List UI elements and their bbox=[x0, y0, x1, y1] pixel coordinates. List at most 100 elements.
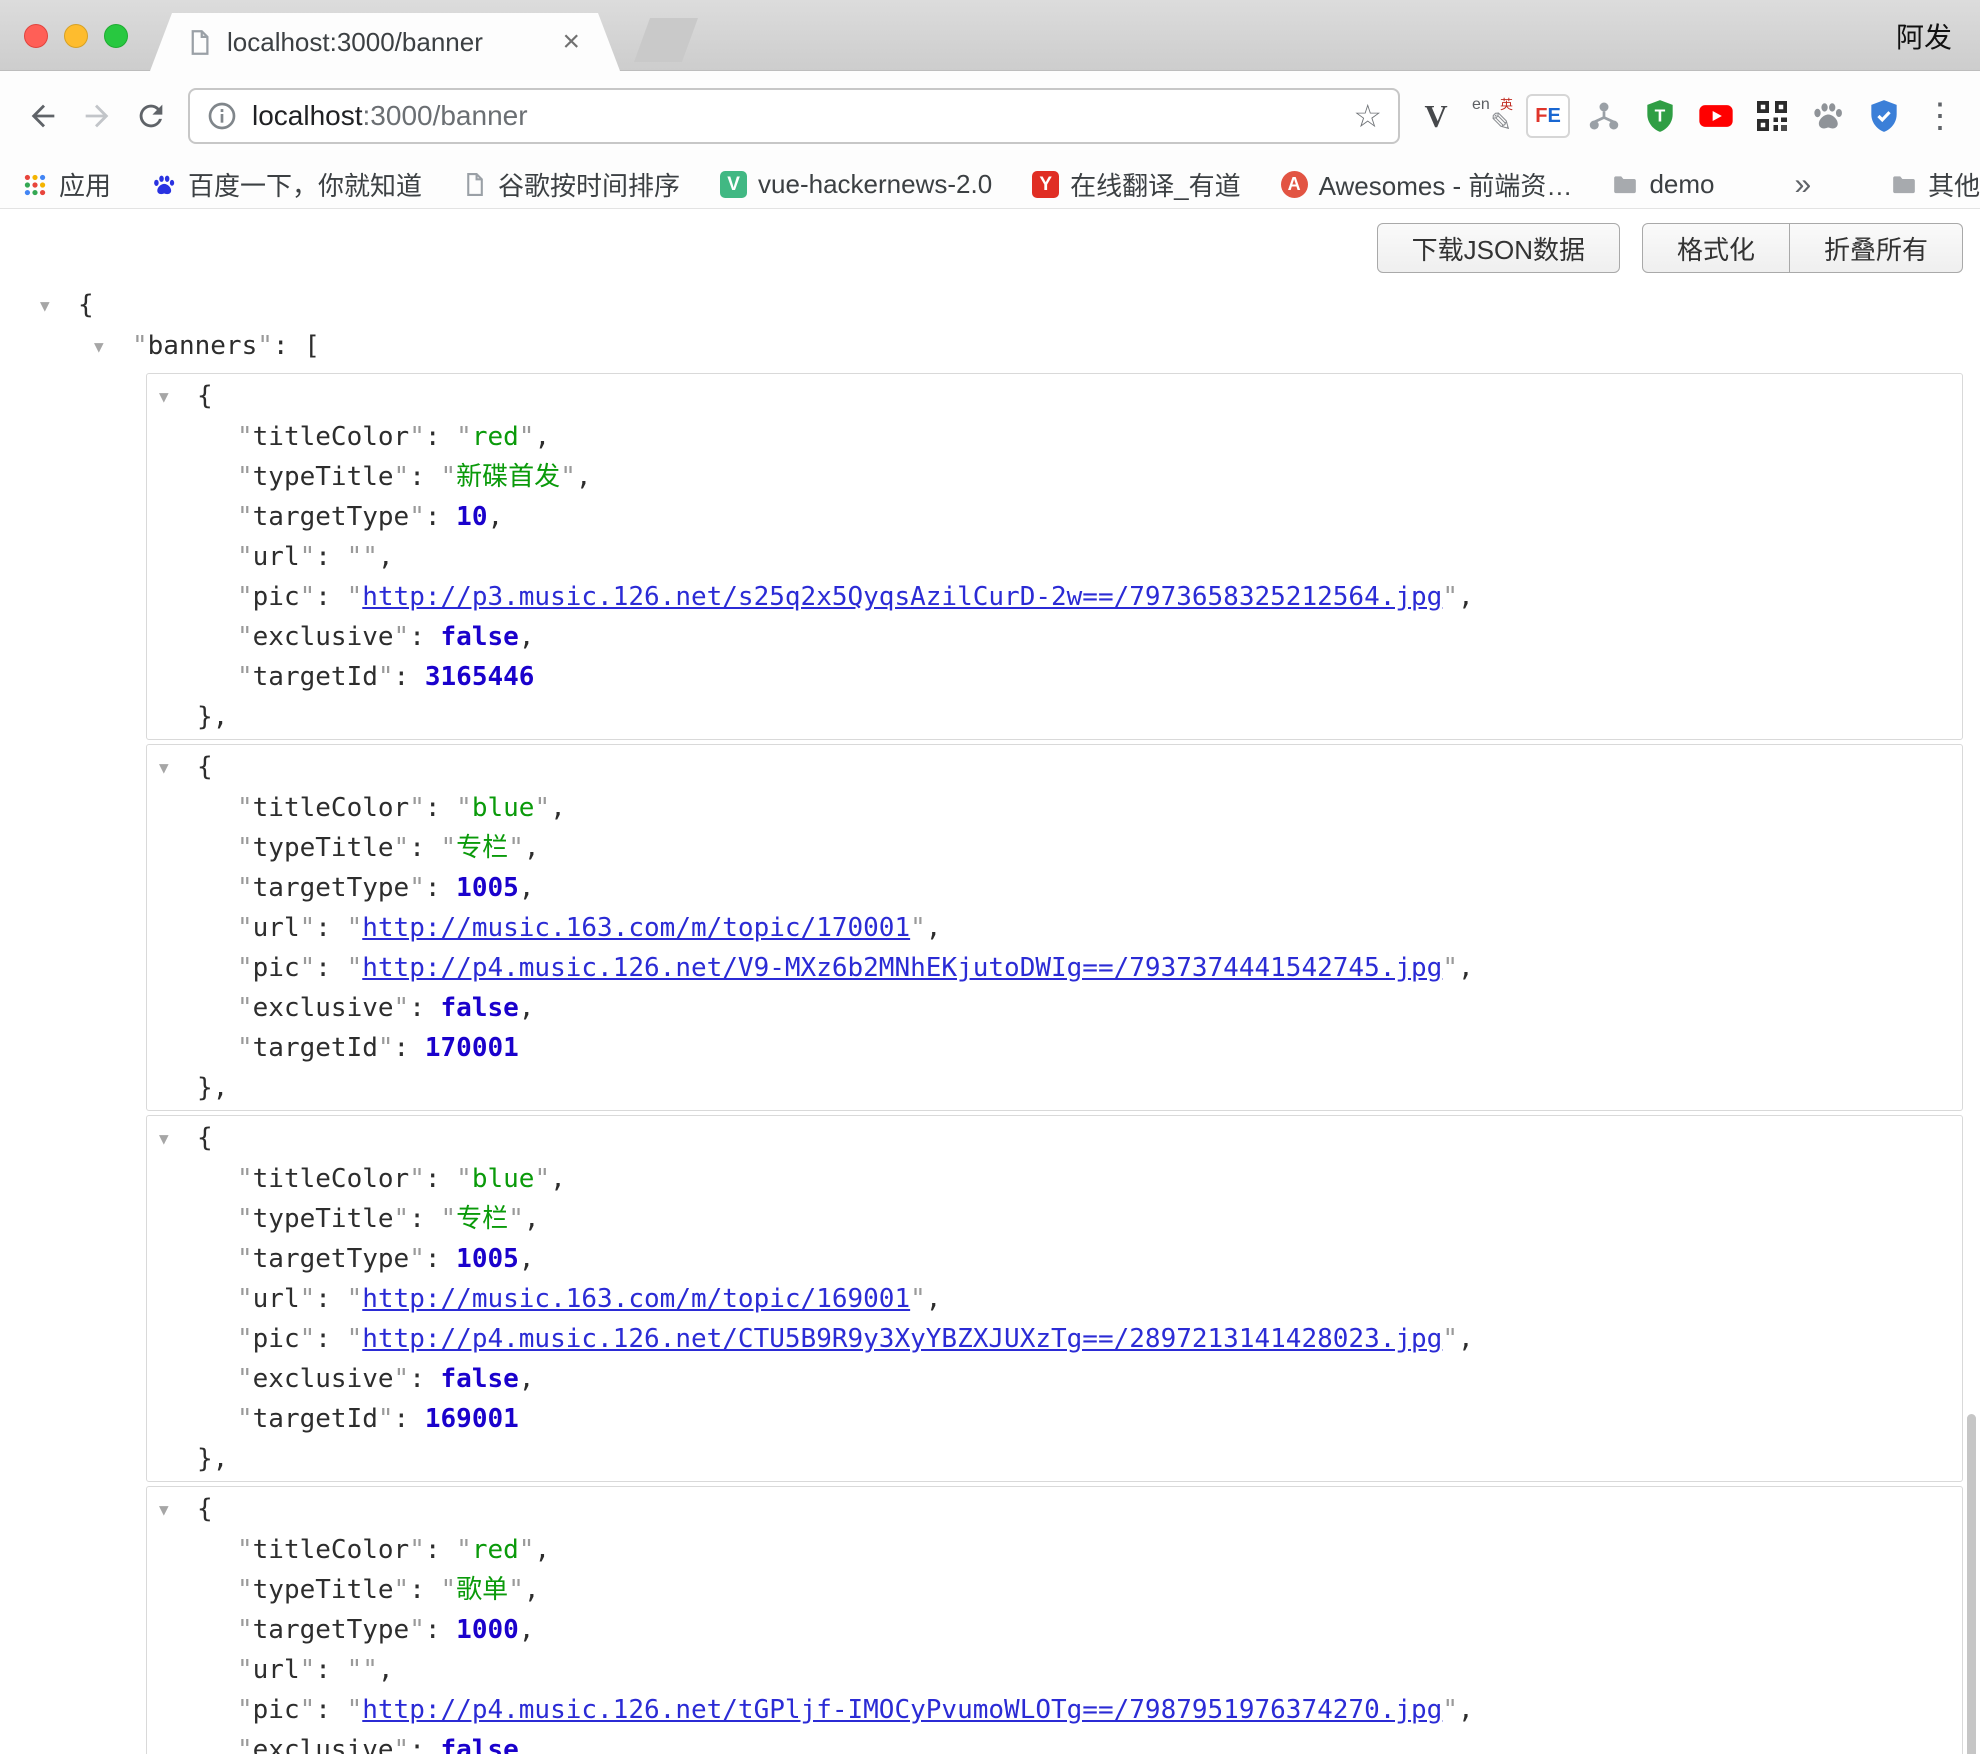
format-button[interactable]: 格式化 bbox=[1642, 223, 1790, 273]
json-key: url bbox=[253, 542, 300, 572]
json-key: titleColor bbox=[253, 422, 410, 452]
json-value: 歌单 bbox=[456, 1575, 508, 1605]
other-bookmarks-folder[interactable]: 其他书签 bbox=[1891, 166, 1980, 203]
vertical-scrollbar-thumb[interactable] bbox=[1967, 1414, 1976, 1754]
json-url-link[interactable]: http://music.163.com/m/topic/170001 bbox=[362, 913, 910, 943]
bookmark-vue-hackernews[interactable]: V vue-hackernews-2.0 bbox=[720, 169, 992, 200]
back-button[interactable] bbox=[16, 89, 70, 143]
json-url-link[interactable]: http://p4.music.126.net/tGPljf-IMOCyPvum… bbox=[362, 1695, 1442, 1725]
vimium-extension-icon[interactable]: V bbox=[1414, 94, 1458, 138]
collapse-all-button[interactable]: 折叠所有 bbox=[1790, 223, 1963, 273]
bookmark-apps[interactable]: 应用 bbox=[22, 166, 111, 203]
json-key: titleColor bbox=[253, 793, 410, 823]
bookmark-star-icon[interactable]: ☆ bbox=[1353, 97, 1382, 135]
tampermonkey-extension-icon[interactable]: T bbox=[1638, 94, 1682, 138]
address-bar[interactable]: localhost:3000/banner ☆ bbox=[188, 88, 1400, 144]
collapse-toggle-icon[interactable]: ▼ bbox=[159, 1490, 197, 1530]
url-path: :3000/banner bbox=[363, 100, 528, 131]
zoom-window-button[interactable] bbox=[104, 24, 128, 48]
json-property: "typeTitle": "新碟首发", bbox=[159, 457, 1954, 497]
browser-window: localhost:3000/banner × 阿发 localhost:300… bbox=[0, 0, 1980, 1754]
json-banners-line: ▼"banners": [ bbox=[94, 326, 1980, 367]
paw-icon bbox=[1810, 98, 1846, 134]
json-key: url bbox=[253, 913, 300, 943]
collapse-toggle-icon[interactable]: ▼ bbox=[159, 377, 197, 417]
youtube-play-icon bbox=[1696, 96, 1736, 136]
bookmarks-overflow-icon[interactable]: » bbox=[1794, 168, 1811, 202]
json-value: blue bbox=[472, 793, 535, 823]
json-key: targetType bbox=[253, 502, 410, 532]
other-bookmarks-label: 其他书签 bbox=[1928, 166, 1980, 203]
json-url-link[interactable]: http://music.163.com/m/topic/169001 bbox=[362, 1284, 910, 1314]
json-property: "url": "http://music.163.com/m/topic/169… bbox=[159, 1279, 1954, 1319]
json-key: banners bbox=[148, 331, 258, 361]
json-property: "exclusive": false, bbox=[159, 1359, 1954, 1399]
youtube-extension-icon[interactable] bbox=[1694, 94, 1738, 138]
json-key: pic bbox=[253, 1695, 300, 1725]
json-object-open-line: ▼{ bbox=[159, 376, 1954, 417]
json-property: "targetId": 3165446 bbox=[159, 657, 1954, 697]
json-property: "exclusive": false, bbox=[159, 988, 1954, 1028]
json-array-items: ▼{"titleColor": "red","typeTitle": "新碟首发… bbox=[94, 367, 1980, 1754]
json-value: 170001 bbox=[425, 1033, 519, 1063]
json-property: "exclusive": false, bbox=[159, 617, 1954, 657]
close-tab-icon[interactable]: × bbox=[558, 27, 584, 57]
json-property: "pic": "http://p4.music.126.net/tGPljf-I… bbox=[159, 1690, 1954, 1730]
page-info-icon[interactable] bbox=[206, 100, 238, 132]
browser-tab[interactable]: localhost:3000/banner × bbox=[150, 13, 620, 71]
json-object-open-line: ▼{ bbox=[159, 1489, 1954, 1530]
download-json-button[interactable]: 下载JSON数据 bbox=[1377, 223, 1620, 273]
json-key: targetType bbox=[253, 1244, 410, 1274]
bookmarks-bar: 应用 百度一下，你就知道 谷歌按时间排序 V vue-hackernews-2.… bbox=[0, 161, 1980, 209]
titlebar: localhost:3000/banner × 阿发 bbox=[0, 0, 1980, 71]
minimize-window-button[interactable] bbox=[64, 24, 88, 48]
json-value: 1005 bbox=[456, 1244, 519, 1274]
json-array-item: ▼{"titleColor": "blue","typeTitle": "专栏"… bbox=[146, 1115, 1963, 1482]
json-url-link[interactable]: http://p3.music.126.net/s25q2x5QyqsAzilC… bbox=[362, 582, 1442, 612]
bookmark-folder-demo[interactable]: demo bbox=[1612, 169, 1714, 200]
bookmark-youdao-translate[interactable]: Y 在线翻译_有道 bbox=[1032, 166, 1240, 203]
close-window-button[interactable] bbox=[24, 24, 48, 48]
json-url-link[interactable]: http://p4.music.126.net/CTU5B9R9y3XyYBZX… bbox=[362, 1324, 1442, 1354]
collapse-toggle-icon[interactable]: ▼ bbox=[159, 748, 197, 788]
json-root-line: ▼{ bbox=[40, 285, 1980, 326]
json-url-link[interactable]: http://p4.music.126.net/V9-MXz6b2MNhEKju… bbox=[362, 953, 1442, 983]
org-chart-extension-icon[interactable] bbox=[1582, 94, 1626, 138]
json-key: exclusive bbox=[253, 1735, 394, 1754]
paw-extension-icon[interactable] bbox=[1806, 94, 1850, 138]
collapse-toggle-icon[interactable]: ▼ bbox=[94, 327, 132, 367]
blue-shield-check-icon bbox=[1865, 97, 1903, 135]
json-key: url bbox=[253, 1284, 300, 1314]
awesomes-icon: A bbox=[1281, 171, 1308, 198]
reload-button[interactable] bbox=[124, 89, 178, 143]
json-key: pic bbox=[253, 582, 300, 612]
json-property: "targetType": 1005, bbox=[159, 1239, 1954, 1279]
security-shield-extension-icon[interactable] bbox=[1862, 94, 1906, 138]
json-key: pic bbox=[253, 1324, 300, 1354]
json-property: "titleColor": "blue", bbox=[159, 1159, 1954, 1199]
json-key: targetType bbox=[253, 1615, 410, 1645]
translate-extension-icon[interactable]: en 英 ✎ bbox=[1470, 94, 1514, 138]
json-property: "typeTitle": "专栏", bbox=[159, 828, 1954, 868]
json-key: url bbox=[253, 1655, 300, 1685]
bookmark-baidu[interactable]: 百度一下，你就知道 bbox=[151, 166, 422, 203]
json-value: 专栏 bbox=[456, 833, 508, 863]
json-value: false bbox=[441, 1735, 519, 1754]
fehelper-extension-icon[interactable]: FE bbox=[1526, 94, 1570, 138]
qr-code-extension-icon[interactable] bbox=[1750, 94, 1794, 138]
json-key: titleColor bbox=[253, 1535, 410, 1565]
bookmark-google-sort[interactable]: 谷歌按时间排序 bbox=[462, 166, 680, 203]
bookmark-label: 谷歌按时间排序 bbox=[498, 166, 680, 203]
json-property: "pic": "http://p4.music.126.net/CTU5B9R9… bbox=[159, 1319, 1954, 1359]
collapse-toggle-icon[interactable]: ▼ bbox=[40, 286, 78, 326]
forward-button[interactable] bbox=[70, 89, 124, 143]
browser-menu-icon[interactable]: ⋮ bbox=[1918, 94, 1962, 138]
json-property: "targetType": 1000, bbox=[159, 1610, 1954, 1650]
json-key: targetType bbox=[253, 873, 410, 903]
bookmark-awesomes[interactable]: A Awesomes - 前端资… bbox=[1281, 166, 1573, 203]
json-key: typeTitle bbox=[253, 833, 394, 863]
profile-name: 阿发 bbox=[1896, 0, 1952, 71]
collapse-toggle-icon[interactable]: ▼ bbox=[159, 1119, 197, 1159]
json-key: typeTitle bbox=[253, 1575, 394, 1605]
new-tab-button[interactable] bbox=[634, 18, 698, 62]
